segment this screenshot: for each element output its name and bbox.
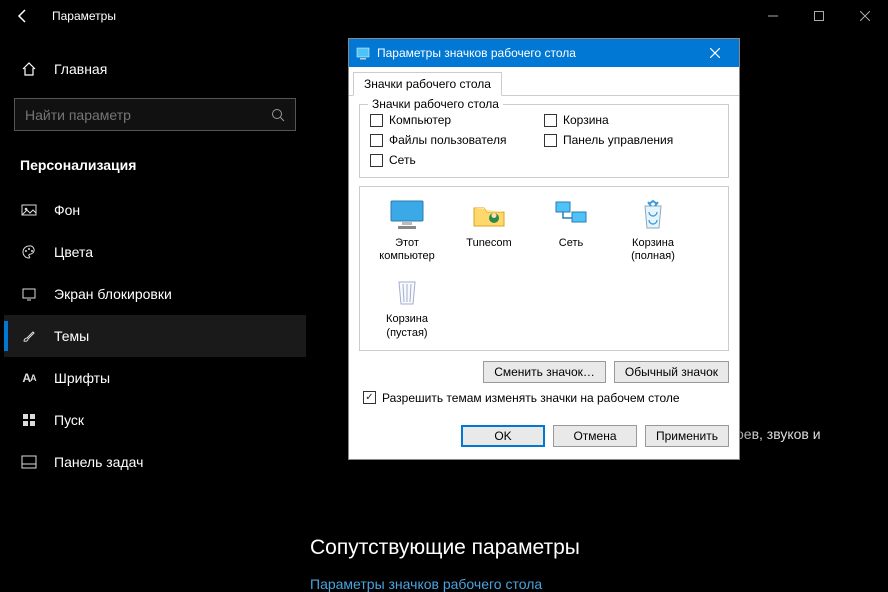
dialog-titlebar[interactable]: Параметры значков рабочего стола (349, 39, 739, 67)
icon-recycle-empty[interactable]: Корзина (пустая) (366, 273, 448, 339)
group-legend: Значки рабочего стола (368, 97, 503, 111)
icon-this-pc[interactable]: Этот компьютер (366, 197, 448, 263)
desktop-icons-dialog: Параметры значков рабочего стола Значки … (348, 38, 740, 460)
taskbar-icon (20, 453, 38, 471)
related-heading: Сопутствующие параметры (310, 536, 580, 560)
network-icon (551, 197, 591, 233)
dialog-tabstrip: Значки рабочего стола (349, 67, 739, 96)
tab-desktop-icons[interactable]: Значки рабочего стола (353, 72, 502, 96)
window-title: Параметры (46, 9, 750, 23)
font-icon: AA (20, 369, 38, 387)
allow-themes-checkbox[interactable]: ✓ Разрешить темам изменять значки на раб… (359, 391, 729, 405)
recyclebin-full-icon (633, 197, 673, 233)
background-text-fragment: боев, звуков и (728, 426, 888, 442)
ok-button[interactable]: OK (461, 425, 545, 447)
lockscreen-icon (20, 285, 38, 303)
window-titlebar: Параметры (0, 0, 888, 32)
home-label: Главная (54, 61, 107, 77)
nav-fonts[interactable]: AA Шрифты (4, 357, 306, 399)
brush-icon (20, 327, 38, 345)
userfolder-icon (469, 197, 509, 233)
dialog-title: Параметры значков рабочего стола (377, 46, 695, 60)
change-icon-button[interactable]: Сменить значок… (483, 361, 606, 383)
icon-network[interactable]: Сеть (530, 197, 612, 263)
close-button[interactable] (842, 0, 888, 32)
dialog-title-icon (355, 45, 371, 61)
back-button[interactable] (0, 0, 46, 32)
apply-button[interactable]: Применить (645, 425, 729, 447)
nav-lockscreen[interactable]: Экран блокировки (4, 273, 306, 315)
nav-start[interactable]: Пуск (4, 399, 306, 441)
check-computer[interactable]: Компьютер (370, 113, 544, 127)
nav-themes[interactable]: Темы (4, 315, 306, 357)
related-link-desktop-icons[interactable]: Параметры значков рабочего стола (310, 576, 542, 592)
search-icon (271, 108, 285, 122)
check-controlpanel[interactable]: Панель управления (544, 133, 718, 147)
section-title: Персонализация (4, 149, 306, 189)
search-box[interactable] (14, 98, 296, 131)
image-icon (20, 201, 38, 219)
nav-label: Панель задач (54, 454, 143, 470)
checkmark-icon: ✓ (363, 391, 376, 404)
icon-preview-pane[interactable]: Этот компьютер Tunecom Сеть (359, 186, 729, 351)
nav-label: Фон (54, 202, 80, 218)
nav-background[interactable]: Фон (4, 189, 306, 231)
cancel-button[interactable]: Отмена (553, 425, 637, 447)
nav-label: Пуск (54, 412, 84, 428)
nav-colors[interactable]: Цвета (4, 231, 306, 273)
start-icon (20, 411, 38, 429)
sidebar: Главная Персонализация Фон Цвета Экран (0, 32, 310, 585)
icon-user-folder[interactable]: Tunecom (448, 197, 530, 263)
recyclebin-empty-icon (387, 273, 427, 309)
icon-recycle-full[interactable]: Корзина (полная) (612, 197, 694, 263)
nav-label: Экран блокировки (54, 286, 172, 302)
monitor-icon (387, 197, 427, 233)
nav-label: Темы (54, 328, 89, 344)
icons-groupbox: Значки рабочего стола Компьютер Файлы по… (359, 104, 729, 178)
maximize-button[interactable] (796, 0, 842, 32)
home-icon (20, 60, 38, 78)
check-userfiles[interactable]: Файлы пользователя (370, 133, 544, 147)
minimize-button[interactable] (750, 0, 796, 32)
nav-taskbar[interactable]: Панель задач (4, 441, 306, 483)
nav-label: Цвета (54, 244, 93, 260)
check-network[interactable]: Сеть (370, 153, 544, 167)
palette-icon (20, 243, 38, 261)
dialog-close-button[interactable] (695, 39, 735, 67)
check-recyclebin[interactable]: Корзина (544, 113, 718, 127)
default-icon-button[interactable]: Обычный значок (614, 361, 729, 383)
home-nav[interactable]: Главная (4, 50, 306, 88)
nav-label: Шрифты (54, 370, 110, 386)
search-input[interactable] (25, 107, 271, 123)
